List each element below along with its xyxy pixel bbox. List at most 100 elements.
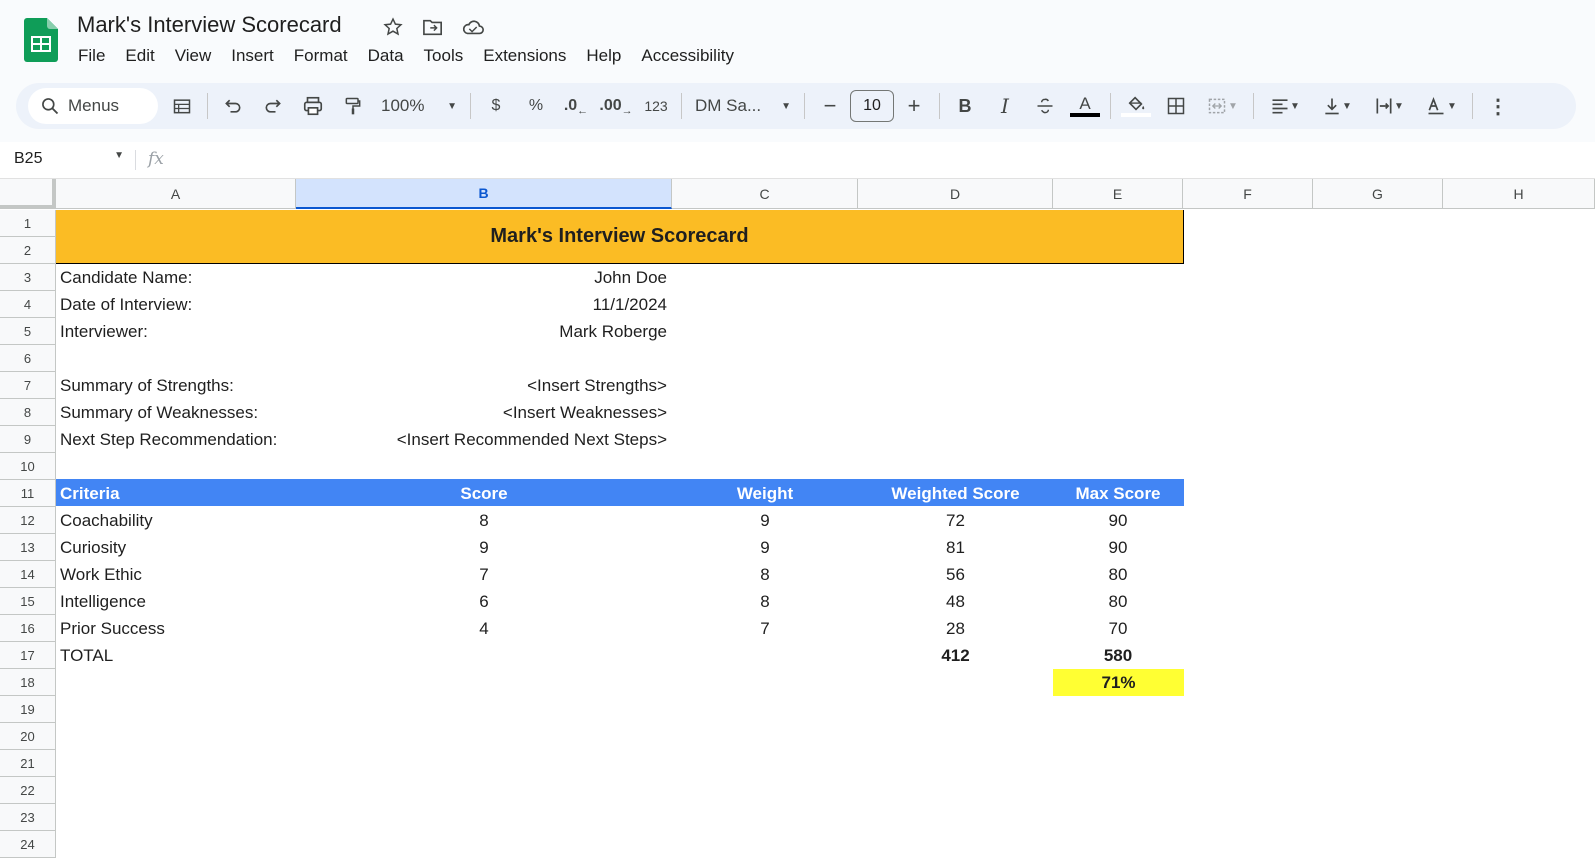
currency-format-button[interactable]: $ xyxy=(476,88,516,124)
font-family-select[interactable]: DM Sa... ▼ xyxy=(687,88,799,124)
calendar-icon[interactable] xyxy=(162,88,202,124)
document-title[interactable]: Mark's Interview Scorecard xyxy=(77,12,342,38)
menu-tools[interactable]: Tools xyxy=(414,44,474,68)
interviewer-label[interactable]: Interviewer: xyxy=(56,318,296,345)
menu-edit[interactable]: Edit xyxy=(115,44,164,68)
scorecard-title-banner[interactable]: Mark's Interview Scorecard xyxy=(56,210,1184,264)
table-row-max-score[interactable]: 80 xyxy=(1053,588,1183,615)
menu-accessibility[interactable]: Accessibility xyxy=(631,44,744,68)
table-row-score[interactable]: 4 xyxy=(296,615,672,642)
table-row-weight[interactable]: 7 xyxy=(672,615,858,642)
table-row-weighted-score[interactable]: 56 xyxy=(858,561,1053,588)
interviewer-value[interactable]: Mark Roberge xyxy=(296,318,672,345)
star-icon[interactable] xyxy=(380,14,406,40)
table-row-criteria[interactable]: Prior Success xyxy=(56,615,296,642)
next-step-label[interactable]: Next Step Recommendation: xyxy=(56,426,296,453)
row-header[interactable]: 19 xyxy=(0,696,56,723)
candidate-name-label[interactable]: Candidate Name: xyxy=(56,264,296,291)
text-wrapping-icon[interactable]: ▼ xyxy=(1363,88,1415,124)
table-row-score[interactable]: 8 xyxy=(296,507,672,534)
total-weighted-score[interactable]: 412 xyxy=(858,642,1053,669)
menu-extensions[interactable]: Extensions xyxy=(473,44,576,68)
select-all-corner[interactable] xyxy=(0,179,56,209)
menu-insert[interactable]: Insert xyxy=(221,44,284,68)
row-header[interactable]: 9 xyxy=(0,426,56,453)
strikethrough-icon[interactable] xyxy=(1025,88,1065,124)
row-header[interactable]: 17 xyxy=(0,642,56,669)
search-menus[interactable]: Menus xyxy=(28,88,158,124)
more-options-icon[interactable]: ⋮ xyxy=(1478,88,1518,124)
table-row-max-score[interactable]: 90 xyxy=(1053,507,1183,534)
header-weighted-score[interactable]: Weighted Score xyxy=(858,480,1053,507)
row-header[interactable]: 10 xyxy=(0,453,56,480)
column-header-g[interactable]: G xyxy=(1313,179,1443,209)
row-header[interactable]: 2 xyxy=(0,237,56,264)
header-criteria[interactable]: Criteria xyxy=(56,480,296,507)
header-max-score[interactable]: Max Score xyxy=(1053,480,1183,507)
column-header-e[interactable]: E xyxy=(1053,179,1183,209)
text-color-button[interactable]: A xyxy=(1065,88,1105,124)
row-header[interactable]: 22 xyxy=(0,777,56,804)
column-header-a[interactable]: A xyxy=(56,179,296,209)
row-header[interactable]: 15 xyxy=(0,588,56,615)
table-row-weight[interactable]: 8 xyxy=(672,561,858,588)
name-box[interactable]: B25 ▼ xyxy=(14,150,124,168)
table-row-score[interactable]: 7 xyxy=(296,561,672,588)
more-formats-button[interactable]: 123 xyxy=(636,88,676,124)
row-header[interactable]: 20 xyxy=(0,723,56,750)
row-header[interactable]: 16 xyxy=(0,615,56,642)
print-icon[interactable] xyxy=(293,88,333,124)
table-row-criteria[interactable]: Coachability xyxy=(56,507,296,534)
table-row-weighted-score[interactable]: 72 xyxy=(858,507,1053,534)
table-row-max-score[interactable]: 80 xyxy=(1053,561,1183,588)
row-header[interactable]: 1 xyxy=(0,210,56,237)
increase-font-size-button[interactable]: + xyxy=(894,88,934,124)
paint-format-icon[interactable] xyxy=(333,88,373,124)
vertical-align-icon[interactable]: ▼ xyxy=(1311,88,1363,124)
percent-score-cell[interactable]: 71% xyxy=(1053,669,1184,696)
column-header-c[interactable]: C xyxy=(672,179,858,209)
row-header[interactable]: 21 xyxy=(0,750,56,777)
table-row-criteria[interactable]: Intelligence xyxy=(56,588,296,615)
row-header[interactable]: 3 xyxy=(0,264,56,291)
sheets-logo-icon[interactable] xyxy=(24,18,58,62)
row-header[interactable]: 24 xyxy=(0,831,56,858)
table-row-score[interactable]: 9 xyxy=(296,534,672,561)
row-header[interactable]: 23 xyxy=(0,804,56,831)
total-max-score[interactable]: 580 xyxy=(1053,642,1183,669)
table-row-max-score[interactable]: 70 xyxy=(1053,615,1183,642)
menu-format[interactable]: Format xyxy=(284,44,358,68)
bold-button[interactable]: B xyxy=(945,88,985,124)
borders-icon[interactable] xyxy=(1156,88,1196,124)
undo-icon[interactable] xyxy=(213,88,253,124)
move-folder-icon[interactable] xyxy=(420,14,446,40)
table-row-weighted-score[interactable]: 28 xyxy=(858,615,1053,642)
interview-date-value[interactable]: 11/1/2024 xyxy=(296,291,672,318)
text-rotation-icon[interactable]: ▼ xyxy=(1415,88,1467,124)
row-header[interactable]: 12 xyxy=(0,507,56,534)
font-size-input[interactable]: 10 xyxy=(850,90,894,122)
decrease-decimal-button[interactable]: .0 ← xyxy=(556,88,596,124)
candidate-name-value[interactable]: John Doe xyxy=(296,264,672,291)
column-header-b[interactable]: B xyxy=(296,179,672,209)
table-row-weight[interactable]: 8 xyxy=(672,588,858,615)
menu-help[interactable]: Help xyxy=(576,44,631,68)
row-header[interactable]: 6 xyxy=(0,345,56,372)
next-step-value[interactable]: <Insert Recommended Next Steps> xyxy=(296,426,672,453)
zoom-select[interactable]: 100% ▼ xyxy=(373,88,465,124)
table-row-criteria[interactable]: Curiosity xyxy=(56,534,296,561)
percent-format-button[interactable]: % xyxy=(516,88,556,124)
table-row-weighted-score[interactable]: 81 xyxy=(858,534,1053,561)
italic-button[interactable]: I xyxy=(985,88,1025,124)
header-score[interactable]: Score xyxy=(296,480,672,507)
table-row-weight[interactable]: 9 xyxy=(672,507,858,534)
table-row-weight[interactable]: 9 xyxy=(672,534,858,561)
weaknesses-value[interactable]: <Insert Weaknesses> xyxy=(296,399,672,426)
header-weight[interactable]: Weight xyxy=(672,480,858,507)
merge-cells-icon[interactable]: ▼ xyxy=(1196,88,1248,124)
table-row-weighted-score[interactable]: 48 xyxy=(858,588,1053,615)
table-row-max-score[interactable]: 90 xyxy=(1053,534,1183,561)
cloud-status-icon[interactable] xyxy=(460,14,486,40)
menu-view[interactable]: View xyxy=(165,44,222,68)
row-header[interactable]: 13 xyxy=(0,534,56,561)
